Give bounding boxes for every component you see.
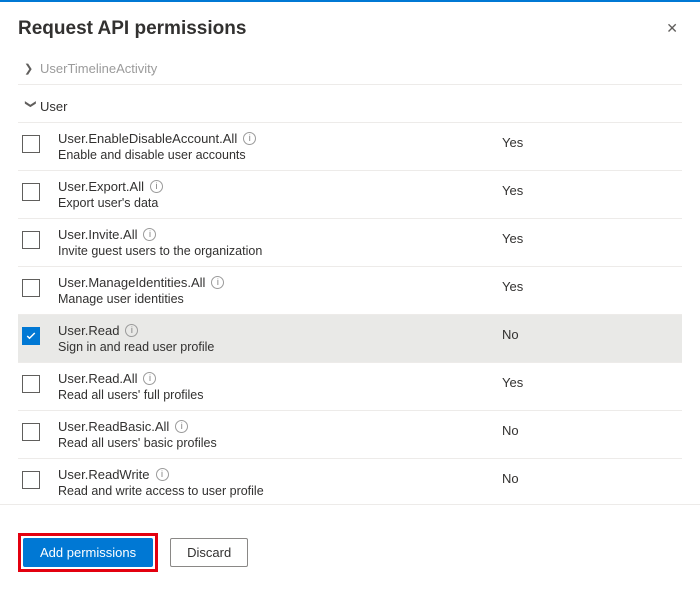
permission-name: User.Export.Alli [58, 179, 484, 194]
permission-checkbox[interactable] [22, 375, 40, 393]
content-area: ❯ UserTimelineActivity ❯ User User.Enabl… [0, 53, 700, 504]
info-icon[interactable]: i [211, 276, 224, 289]
highlight-box: Add permissions [18, 533, 158, 572]
permission-name: User.ReadBasic.Alli [58, 419, 484, 434]
admin-consent-value: Yes [502, 371, 682, 390]
permission-name: User.Readi [58, 323, 484, 338]
permission-row: User.ReadBasic.Alli Read all users' basic… [18, 411, 682, 459]
info-icon[interactable]: i [243, 132, 256, 145]
admin-consent-value: Yes [502, 131, 682, 150]
info-icon[interactable]: i [143, 372, 156, 385]
permission-checkbox[interactable] [22, 231, 40, 249]
admin-consent-value: Yes [502, 275, 682, 294]
info-icon[interactable]: i [175, 420, 188, 433]
admin-consent-value: No [502, 467, 682, 486]
panel-title: Request API permissions [18, 18, 246, 40]
permission-checkbox[interactable] [22, 327, 40, 345]
admin-consent-value: No [502, 419, 682, 438]
permission-row: User.ReadWritei Read and write access to … [18, 459, 682, 504]
permission-checkbox[interactable] [22, 135, 40, 153]
permission-checkbox[interactable] [22, 471, 40, 489]
info-icon[interactable]: i [156, 468, 169, 481]
close-icon[interactable]: ✕ [662, 16, 682, 41]
add-permissions-button[interactable]: Add permissions [23, 538, 153, 567]
permission-name: User.ManageIdentities.Alli [58, 275, 484, 290]
admin-consent-value: No [502, 323, 682, 342]
permission-description: Export user's data [58, 196, 484, 210]
admin-consent-value: Yes [502, 179, 682, 198]
permission-name: User.Invite.Alli [58, 227, 484, 242]
permission-description: Read all users' full profiles [58, 388, 484, 402]
permission-description: Enable and disable user accounts [58, 148, 484, 162]
permission-row: User.Invite.Alli Invite guest users to th… [18, 219, 682, 267]
info-icon[interactable]: i [125, 324, 138, 337]
permission-name: User.Read.Alli [58, 371, 484, 386]
panel-header: Request API permissions ✕ [0, 2, 700, 53]
permission-description: Manage user identities [58, 292, 484, 306]
admin-consent-value: Yes [502, 227, 682, 246]
permission-row: User.Readi Sign in and read user profile N… [18, 315, 682, 363]
permission-name: User.ReadWritei [58, 467, 484, 482]
info-icon[interactable]: i [150, 180, 163, 193]
info-icon[interactable]: i [143, 228, 156, 241]
permission-description: Read and write access to user profile [58, 484, 484, 498]
permission-checkbox[interactable] [22, 183, 40, 201]
section-label: UserTimelineActivity [40, 61, 157, 76]
permission-row: User.Export.Alli Export user's data Yes [18, 171, 682, 219]
permission-row: User.Read.Alli Read all users' full profi… [18, 363, 682, 411]
section-user[interactable]: ❯ User [18, 91, 682, 123]
permission-row: User.ManageIdentities.Alli Manage user id… [18, 267, 682, 315]
section-usertimelineactivity[interactable]: ❯ UserTimelineActivity [18, 53, 682, 85]
permission-description: Read all users' basic profiles [58, 436, 484, 450]
permission-description: Invite guest users to the organization [58, 244, 484, 258]
permission-row: User.EnableDisableAccount.Alli Enable and… [18, 123, 682, 171]
permission-checkbox[interactable] [22, 279, 40, 297]
permission-description: Sign in and read user profile [58, 340, 484, 354]
chevron-down-icon: ❯ [25, 100, 38, 114]
footer: Add permissions Discard [0, 504, 700, 590]
chevron-right-icon: ❯ [24, 62, 38, 75]
section-label: User [40, 99, 67, 114]
discard-button[interactable]: Discard [170, 538, 248, 567]
permission-list: User.EnableDisableAccount.Alli Enable and… [18, 123, 682, 504]
permission-checkbox[interactable] [22, 423, 40, 441]
permission-name: User.EnableDisableAccount.Alli [58, 131, 484, 146]
